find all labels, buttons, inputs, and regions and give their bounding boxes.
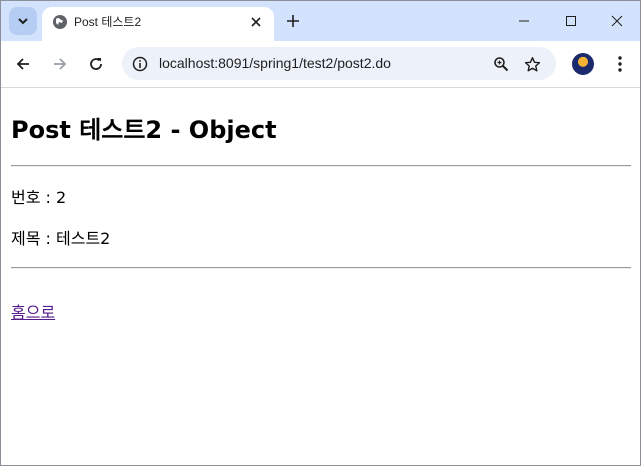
field-number-value: 2: [56, 188, 67, 207]
toolbar: localhost:8091/spring1/test2/post2.do: [1, 41, 640, 88]
zoom-icon: [494, 57, 509, 72]
minimize-icon: [519, 20, 529, 22]
field-number-label: 번호: [11, 188, 41, 207]
field-number-separator: :: [40, 188, 57, 207]
bookmark-button[interactable]: [522, 54, 542, 74]
close-icon: [251, 17, 261, 27]
plus-icon: [287, 15, 299, 27]
tab-strip: Post 테스트2: [1, 1, 640, 41]
field-subject-separator: :: [40, 229, 57, 248]
page-title: Post 테스트2 - Object: [11, 116, 277, 144]
back-button[interactable]: [12, 53, 34, 75]
field-subject-value: 테스트2: [56, 229, 111, 248]
globe-icon: [53, 15, 67, 29]
browser-window: Post 테스트2 localhost:8091/spring1/test2/p…: [0, 0, 641, 466]
tab-search-icon: [18, 18, 28, 25]
divider-bottom: [11, 267, 631, 269]
new-tab-button[interactable]: [283, 11, 303, 31]
minimize-button[interactable]: [512, 11, 536, 31]
maximize-button[interactable]: [559, 11, 583, 31]
page-content: Post 테스트2 - Object 번호 : 2 제목 : 테스트2 홈으로: [1, 88, 640, 465]
menu-button[interactable]: [610, 53, 630, 75]
reload-button[interactable]: [85, 53, 107, 75]
field-subject: 제목 : 테스트2: [11, 229, 110, 249]
reload-icon: [90, 58, 102, 70]
forward-arrow-icon: [54, 58, 67, 70]
divider-top: [11, 165, 631, 167]
site-info-icon: [132, 56, 148, 72]
tab-close-button[interactable]: [248, 14, 264, 30]
address-bar[interactable]: localhost:8091/spring1/test2/post2.do: [122, 47, 556, 80]
tab-title: Post 테스트2: [74, 15, 142, 29]
maximize-icon: [566, 16, 576, 26]
tab-search-button[interactable]: [9, 7, 37, 35]
profile-avatar[interactable]: [572, 53, 594, 75]
back-arrow-icon: [16, 58, 29, 70]
home-link[interactable]: 홈으로: [11, 303, 55, 323]
zoom-button[interactable]: [491, 54, 511, 74]
star-icon: [524, 56, 540, 72]
field-number: 번호 : 2: [11, 188, 66, 208]
more-icon: [618, 56, 622, 72]
forward-button[interactable]: [49, 53, 71, 75]
site-info-button[interactable]: [131, 55, 149, 73]
tab-active[interactable]: Post 테스트2: [42, 7, 274, 41]
address-url[interactable]: localhost:8091/spring1/test2/post2.do: [159, 55, 391, 72]
window-close-icon: [611, 15, 623, 27]
field-subject-label: 제목: [11, 229, 41, 248]
window-close-button[interactable]: [605, 11, 629, 31]
